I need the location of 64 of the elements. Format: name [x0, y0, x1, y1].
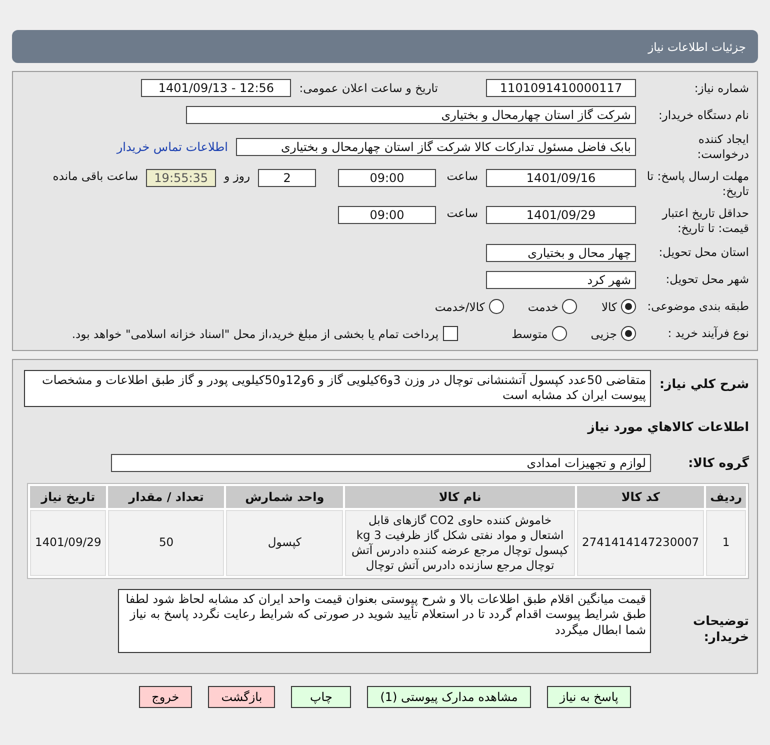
section-heading: اطلاعات كالاهاي مورد نياز	[588, 419, 749, 434]
radio-label: کالا/خدمت	[434, 300, 485, 314]
field-label: مهلت ارسال پاسخ: تا تاریخ:	[646, 168, 749, 199]
table-cell: خاموش کننده حاوی CO2 گازهای قابل اشتعال و مواد نفتی شکل گاز ظرفیت 3 kg کپسول توچال مرجع عرضه کننده دادرس آتش توچال مرجع سازنده دادرس آتش توچال	[345, 510, 576, 576]
radio-button[interactable]	[488, 299, 504, 314]
summary-field: متقاضی 50عدد کپسول آتشنشانی توچال در وزن 3و6کیلویی گاز و 6و12و50کیلویی پودر و گاز طبق اطلاعات و مشخصات پیوست ایران کد مشابه است	[24, 370, 651, 407]
field-label: گروه کالا:	[687, 454, 749, 471]
field-label: شرح کلي نياز:	[659, 374, 749, 392]
announce-date-field: 1401/09/13 - 12:56	[141, 79, 292, 97]
field-label: حداقل تاریخ اعتبار قیمت: تا تاریخ:	[660, 206, 749, 236]
action-button[interactable]: مشاهده مدارک پیوستی (1)	[367, 686, 531, 708]
table-cell: 2741414147230007	[577, 510, 704, 576]
creator-field: بابک فاضل مسئول تدارکات کالا شرکت گاز استان چهارمحال و بختیاری	[236, 138, 636, 156]
table-cell: 1401/09/29	[30, 510, 106, 576]
validity-date-field: 1401/09/29	[486, 206, 636, 224]
radio-button[interactable]	[552, 326, 567, 342]
days-field: 2	[258, 168, 316, 187]
page-title: جزئیات اطلاعات نیاز	[648, 40, 746, 54]
radio-button[interactable]	[562, 299, 578, 314]
deadline-date-field: 1401/09/16	[486, 168, 636, 187]
field-label: ساعت باقی مانده	[52, 168, 138, 183]
column-header: نام کالا	[345, 486, 576, 508]
column-header: کد کالا	[577, 486, 704, 508]
field-label: روز و	[224, 168, 250, 183]
contact-link[interactable]: اطلاعات تماس خریدار	[116, 140, 228, 154]
need-number-field: 1101091410000117	[486, 79, 636, 97]
radio-label: جزیی	[590, 326, 617, 341]
goods-group-field: لوازم و تجهیزات امدادی	[111, 454, 651, 472]
remaining-time-field: 19:55:35	[146, 168, 216, 187]
field-label: توضیحات خریدار:	[692, 612, 749, 646]
field-label: ساعت	[446, 168, 478, 183]
action-button[interactable]: چاپ	[291, 686, 352, 708]
validity-time-field: 09:00	[338, 206, 436, 224]
field-label: نوع فرآیند خرید :	[666, 326, 749, 342]
buyer-notes-field: قیمت میانگین اقلام طبق اطلاعات بالا و شرح پیوستی بعنوان قیمت واحد ایران کد مشابه لحاظ شود لطفا طبق شرایط پیوست اقدام گردد تا در استعلام تأیید شوید در صورتی که شرایط رعایت نگردد پاسخ به نیاز شما ابطال میگردد	[118, 588, 651, 653]
action-button[interactable]: پاسخ به نیاز	[546, 686, 632, 708]
field-label: شماره نیاز:	[693, 80, 749, 96]
column-header: تعداد / مقدار	[108, 486, 224, 508]
checkbox-label: پرداخت تمام یا بخشی از مبلغ خرید،از محل "اسناد خزانه اسلامی" خواهد بود.	[72, 326, 439, 341]
city-field: شهر کرد	[486, 270, 636, 289]
field-label: شهر محل تحویل:	[664, 272, 749, 288]
province-field: چهار محال و بختیاری	[486, 244, 636, 262]
field-label: نام دستگاه خریدار:	[657, 108, 749, 122]
radio-label: کالا	[601, 300, 617, 314]
field-label: ساعت	[446, 206, 478, 220]
radio-label: متوسط	[512, 326, 548, 341]
radio-button[interactable]	[621, 299, 636, 314]
column-header: واحد شمارش	[226, 486, 343, 508]
action-button[interactable]: بازگشت	[208, 686, 276, 708]
table-cell: کپسول	[226, 510, 343, 576]
table-cell: 1	[706, 510, 746, 576]
table-cell: 50	[108, 510, 224, 576]
radio-button[interactable]	[621, 326, 636, 342]
buyer-org-field: شرکت گاز استان چهارمحال و بختیاری	[186, 106, 636, 124]
column-header: رديف	[706, 486, 746, 508]
field-label: تاریخ و ساعت اعلان عمومی:	[299, 81, 438, 95]
field-label: طبقه بندی موضوعی:	[646, 299, 749, 314]
field-label: ایجاد کننده درخواست:	[696, 132, 749, 162]
radio-label: خدمت	[528, 300, 558, 314]
checkbox[interactable]	[442, 326, 458, 342]
column-header: تاریخ نیاز	[30, 486, 106, 508]
field-label: استان محل تحویل:	[658, 245, 749, 260]
deadline-time-field: 09:00	[338, 168, 436, 187]
action-button[interactable]: خروج	[138, 686, 192, 708]
